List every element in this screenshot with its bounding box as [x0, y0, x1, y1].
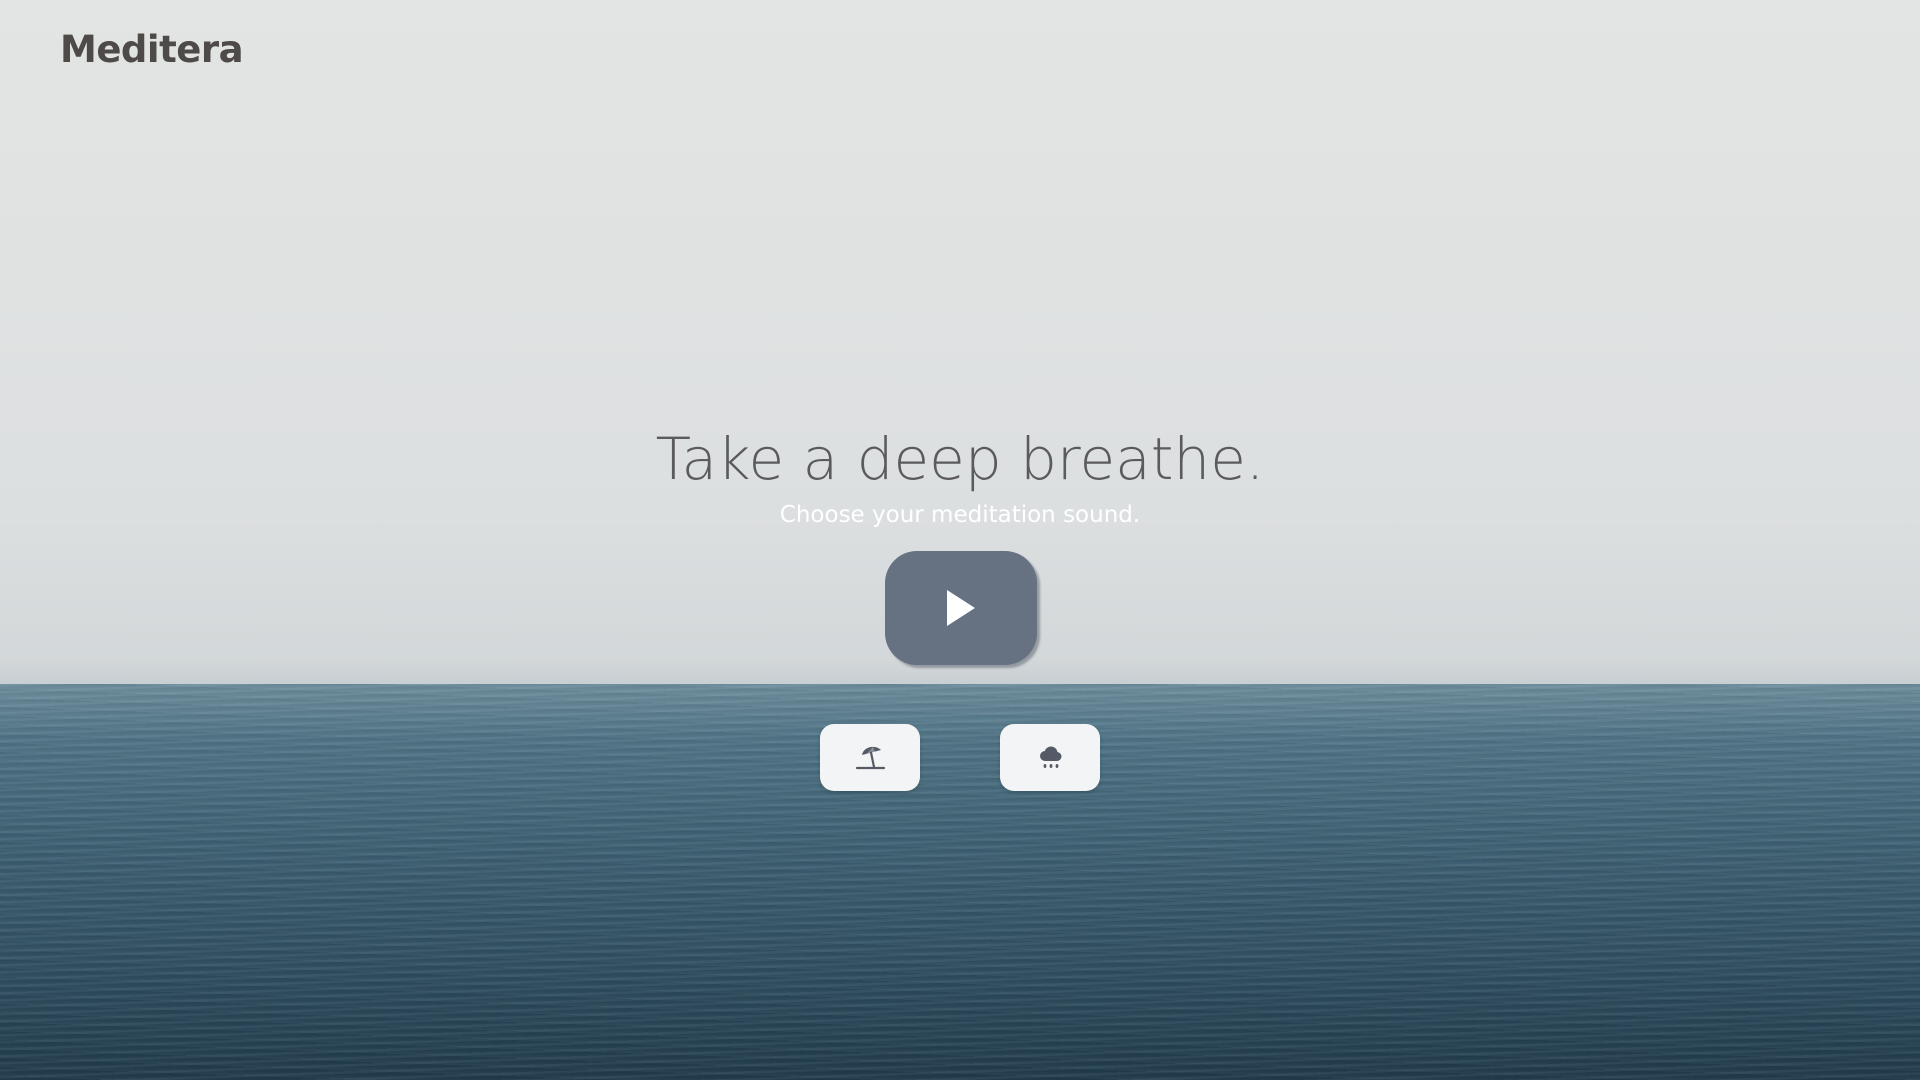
rain-sound-button[interactable]	[1000, 724, 1100, 791]
beach-sound-button[interactable]	[820, 724, 920, 791]
hero-headline: Take a deep breathe.	[655, 425, 1265, 493]
brand-logo[interactable]: Meditera	[60, 28, 244, 71]
sea-background	[0, 684, 1920, 1080]
beach-umbrella-icon	[855, 746, 886, 769]
play-icon	[947, 590, 975, 626]
rain-cloud-icon	[1040, 746, 1062, 768]
meditation-page: Meditera Take a deep breathe. Choose you…	[0, 0, 1920, 1080]
hero-subtitle: Choose your meditation sound.	[779, 502, 1141, 528]
play-button[interactable]	[885, 551, 1037, 665]
